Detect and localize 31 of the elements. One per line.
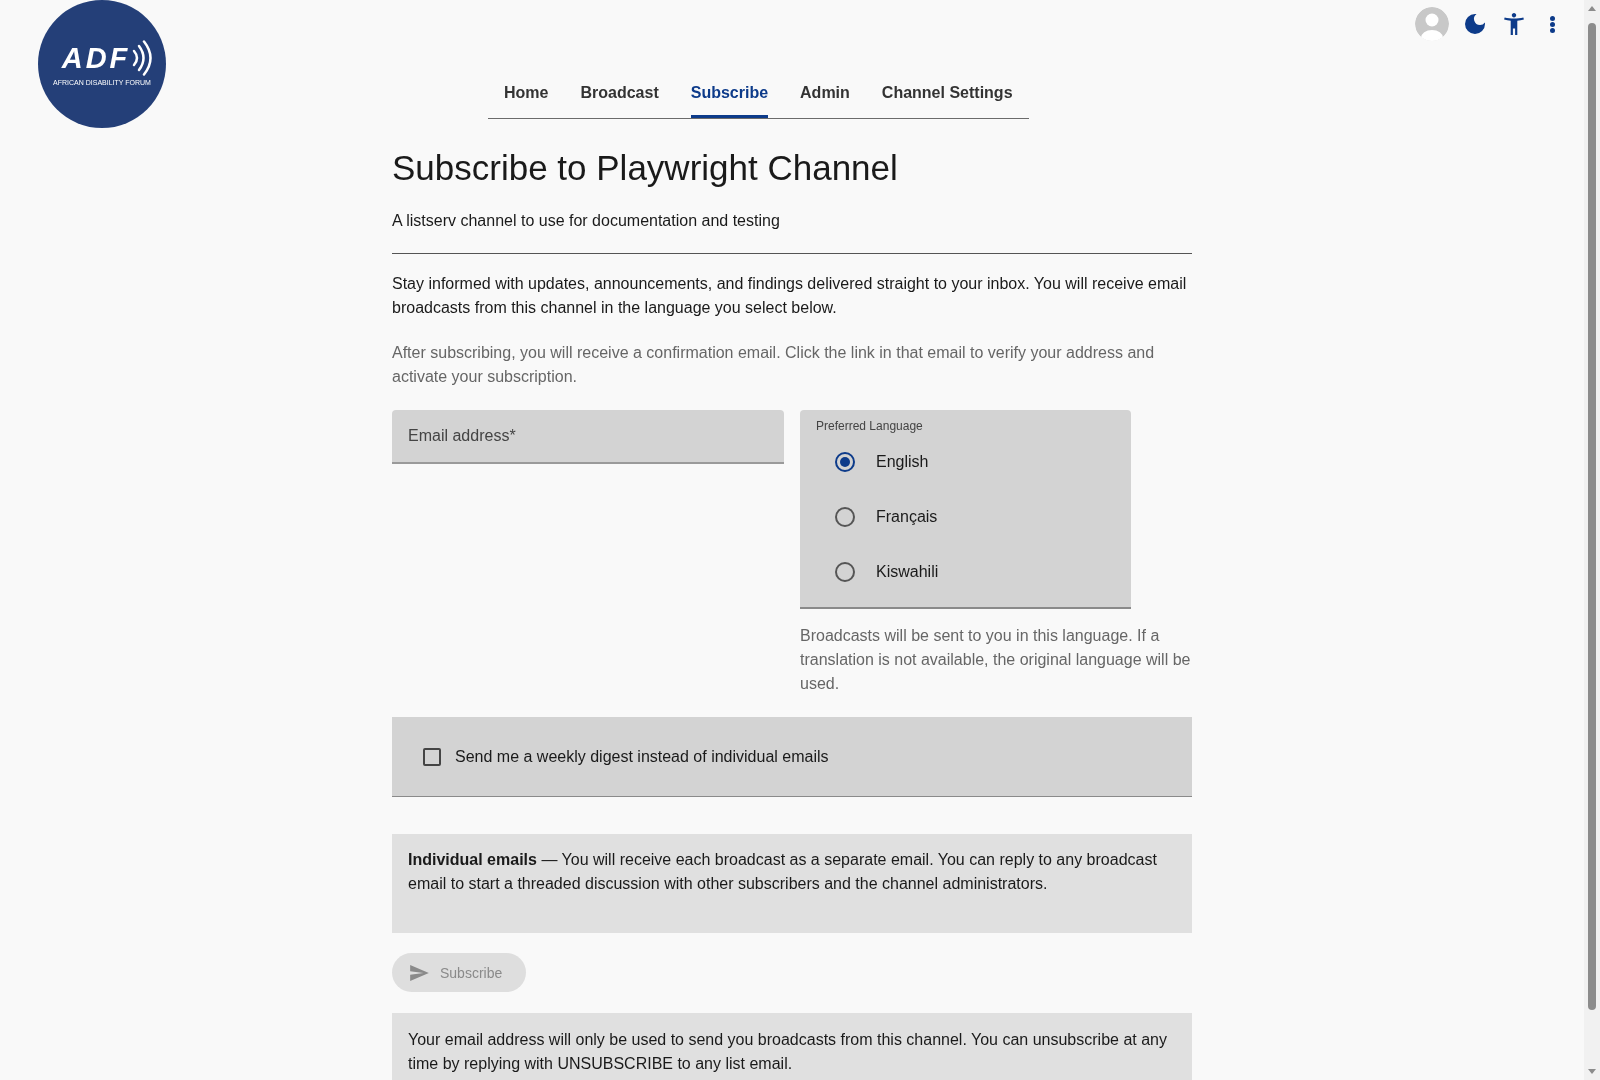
intro-text: Stay informed with updates, announcements, and findings delivered straight to your inbox. You will receive email broadcasts from this channel in the language you select below. bbox=[392, 274, 1188, 318]
channel-description: A listserv channel to use for documentation and testing bbox=[392, 211, 781, 231]
language-option[interactable]: Français bbox=[816, 489, 938, 544]
accessibility-icon[interactable] bbox=[1504, 13, 1524, 35]
page-title: Subscribe to Playwright Channel bbox=[392, 148, 899, 188]
digest-checkbox[interactable]: Send me a weekly digest instead of individual emails bbox=[423, 747, 829, 766]
scrollbar-thumb[interactable] bbox=[1588, 23, 1596, 1010]
radio-icon[interactable] bbox=[835, 451, 855, 472]
nav-tab[interactable]: Broadcast bbox=[580, 70, 659, 118]
nav-tab[interactable]: Subscribe bbox=[690, 70, 769, 118]
nav-tab[interactable]: Admin bbox=[800, 70, 850, 118]
language-label: Preferred Language bbox=[816, 418, 923, 434]
privacy-note: Your email address will only be used to send you broadcasts from this channel. You can unsubscribe at any time by replying with UNSUBSCRIBE to any list email. bbox=[392, 1013, 1192, 1080]
confirmation-note: After subscribing, you will receive a confirmation email. Click the link in that email to verify your address and activate your subscription. bbox=[392, 343, 1156, 387]
scroll-up-icon[interactable] bbox=[1588, 6, 1596, 11]
language-helper-text: Broadcasts will be sent to you in this language. If a translation is not available, the original language will be used. bbox=[800, 626, 1192, 694]
send-icon bbox=[410, 964, 429, 981]
email-field[interactable]: Email address* bbox=[392, 410, 784, 464]
radio-icon[interactable] bbox=[835, 561, 855, 582]
nav-tab[interactable]: Home bbox=[504, 70, 549, 118]
scroll-down-icon[interactable] bbox=[1588, 1069, 1596, 1074]
radio-icon[interactable] bbox=[835, 506, 855, 527]
scrollbar[interactable] bbox=[1584, 0, 1600, 1080]
checkbox-icon[interactable] bbox=[423, 747, 441, 766]
nav-tab[interactable]: Channel Settings bbox=[881, 70, 1013, 118]
logo-wordmark: ADF bbox=[61, 43, 131, 73]
language-option[interactable]: English bbox=[816, 434, 929, 489]
moon-icon[interactable] bbox=[1465, 14, 1485, 34]
language-option[interactable]: Kiswahili bbox=[816, 544, 939, 599]
more-menu-icon[interactable] bbox=[1550, 15, 1555, 33]
delivery-info: Individual emails — You will receive each broadcast as a separate email. You can reply to any broadcast email to start a threaded discussion with other subscribers and the channel administrators. bbox=[392, 834, 1192, 933]
